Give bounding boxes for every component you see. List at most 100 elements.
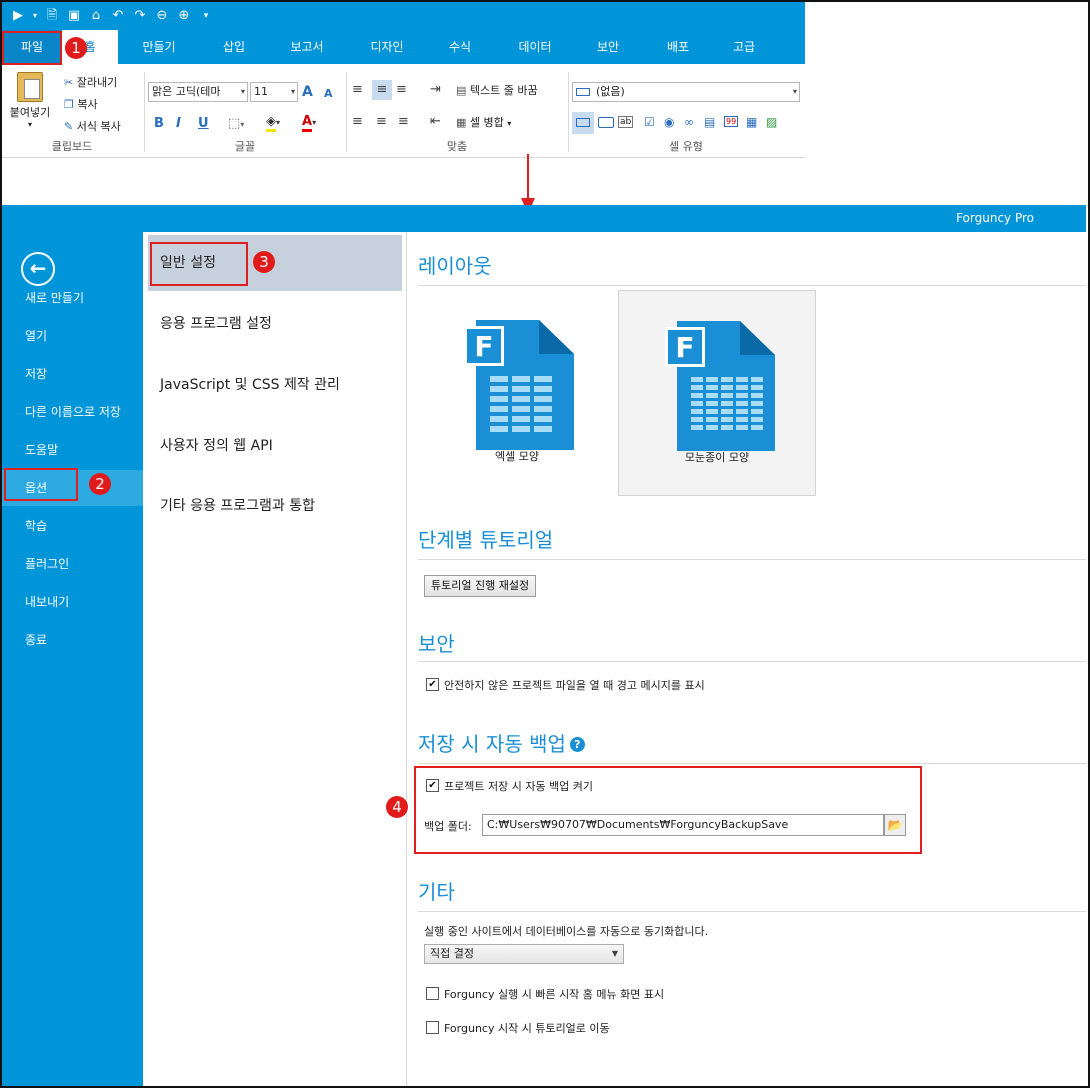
paste-button[interactable]: 붙여넣기 ▾: [8, 70, 52, 132]
align-top-button[interactable]: ≡: [352, 82, 363, 98]
svg-text:F: F: [675, 331, 694, 364]
font-family-select[interactable]: 맑은 고딕(테마 ▾: [148, 82, 248, 102]
grow-font-button[interactable]: A: [302, 84, 313, 100]
nav-item-exit[interactable]: 종료: [2, 622, 143, 658]
outdent-icon[interactable]: ⇤: [430, 114, 441, 130]
underline-button[interactable]: U: [198, 116, 209, 132]
nav-item-open[interactable]: 열기: [2, 318, 143, 354]
font-group: 맑은 고딕(테마 ▾ 11 ▾ A A B I U ⬚▾ ◈▾ A▾ 글꼴: [146, 68, 344, 156]
ribbon-window: ▶ ▾ 🗎 ▣ ⌂ ↶ ↷ ⊖ ⊕ ▾ 파일 홈 만들기 삽입 보고서 디자인 …: [2, 2, 805, 158]
merge-cells-button[interactable]: ▦ 셀 병합 ▾: [456, 114, 511, 130]
group-divider: [346, 72, 347, 152]
align-right-button[interactable]: ≡: [398, 114, 409, 130]
step-marker-2: 2: [89, 473, 111, 495]
tab-report[interactable]: 보고서: [278, 30, 336, 64]
undo-icon[interactable]: ↶: [110, 8, 126, 24]
new-doc-icon[interactable]: 🗎: [44, 8, 60, 24]
highlight-file-tab: [2, 31, 62, 65]
wrap-text-button[interactable]: ▤ 텍스트 줄 바꿈: [456, 82, 538, 98]
step-marker-1: 1: [65, 37, 87, 59]
cut-button[interactable]: ✂ 잘라내기: [64, 74, 117, 90]
fill-color-button[interactable]: ◈▾: [266, 114, 280, 132]
chevron-down-icon: ▾: [290, 87, 295, 96]
indent-icon[interactable]: ⇥: [430, 82, 441, 98]
number-type-icon[interactable]: 99: [724, 116, 739, 127]
dropdown-icon[interactable]: ▾: [32, 8, 38, 24]
textbox-icon: [576, 88, 590, 96]
layout-option-label: 모눈종이 모양: [684, 451, 750, 464]
subnav-web-api[interactable]: 사용자 정의 웹 API: [148, 418, 402, 474]
subnav-integration[interactable]: 기타 응용 프로그램과 통합: [148, 478, 402, 534]
subnav-js-css[interactable]: JavaScript 및 CSS 제작 관리: [148, 357, 402, 413]
font-color-button[interactable]: A▾: [302, 114, 316, 132]
nav-item-learn[interactable]: 학습: [2, 508, 143, 544]
run-icon[interactable]: ▶: [10, 8, 26, 24]
nav-item-save-as[interactable]: 다른 이름으로 저장: [2, 394, 143, 430]
forguncy-sheet-icon: F: [665, 321, 775, 451]
tab-data[interactable]: 데이터: [506, 30, 564, 64]
back-icon[interactable]: ⊖: [154, 8, 170, 24]
italic-button[interactable]: I: [176, 116, 181, 132]
shrink-font-button[interactable]: A: [324, 86, 333, 102]
bold-button[interactable]: B: [154, 116, 164, 132]
quick-start-checkbox[interactable]: [426, 987, 439, 1000]
button-type-icon[interactable]: [598, 117, 614, 128]
textbox-type-icon[interactable]: [572, 112, 594, 134]
align-middle-button[interactable]: ≡: [372, 80, 392, 100]
step-marker-4: 4: [386, 796, 408, 818]
chevron-down-icon: ▾: [792, 87, 797, 96]
tab-security[interactable]: 보안: [582, 30, 634, 64]
warn-unsafe-checkbox[interactable]: ✔: [426, 678, 439, 691]
image-type-icon[interactable]: ▨: [766, 115, 777, 129]
format-painter-button[interactable]: ✎ 서식 복사: [64, 118, 121, 134]
open-folder-icon[interactable]: ⌂: [88, 8, 104, 24]
scissors-icon: ✂: [64, 76, 74, 89]
cell-type-gallery: ab ☑ ◉ ∞ ▤ 99 ▦ ▨: [572, 112, 800, 134]
redo-icon[interactable]: ↷: [132, 8, 148, 24]
tab-insert[interactable]: 삽입: [206, 30, 262, 64]
radio-type-icon[interactable]: ◉: [664, 115, 674, 129]
align-center-button[interactable]: ≡: [376, 114, 387, 130]
nav-item-plugins[interactable]: 플러그인: [2, 546, 143, 582]
nav-item-export[interactable]: 내보내기: [2, 584, 143, 620]
label-type-icon[interactable]: ab: [618, 116, 634, 128]
db-sync-select[interactable]: 직접 결정 ▼: [424, 944, 624, 964]
border-button[interactable]: ⬚▾: [228, 116, 244, 133]
step-marker-3: 3: [253, 251, 275, 273]
section-divider: [418, 559, 1086, 560]
ribbon-tabs: 파일 홈 만들기 삽입 보고서 디자인 수식 데이터 보안 배포 고급: [2, 30, 805, 64]
help-icon[interactable]: ?: [569, 737, 585, 752]
section-title-backup: 저장 시 자동 백업?: [418, 728, 585, 757]
clipboard-group-label: 클립보드: [51, 140, 93, 153]
tab-create[interactable]: 만들기: [130, 30, 188, 64]
checkbox-type-icon[interactable]: ☑: [644, 115, 655, 129]
customize-icon[interactable]: ▾: [198, 8, 214, 24]
align-left-button[interactable]: ≡: [352, 114, 363, 130]
forward-icon[interactable]: ⊕: [176, 8, 192, 24]
calendar-type-icon[interactable]: ▦: [746, 115, 757, 129]
save-icon[interactable]: ▣: [66, 8, 82, 24]
tab-deploy[interactable]: 배포: [652, 30, 704, 64]
hyperlink-type-icon[interactable]: ∞: [684, 115, 694, 129]
font-size-select[interactable]: 11 ▾: [250, 82, 298, 102]
cell-type-select[interactable]: (없음) ▾: [572, 82, 800, 102]
nav-item-new[interactable]: 새로 만들기: [2, 280, 143, 316]
nav-item-save[interactable]: 저장: [2, 356, 143, 392]
nav-item-help[interactable]: 도움말: [2, 432, 143, 468]
merge-icon: ▦: [456, 116, 467, 129]
tab-advanced[interactable]: 고급: [718, 30, 770, 64]
alignment-group-label: 맞춤: [446, 140, 468, 153]
chevron-down-icon: ▾: [507, 119, 512, 128]
copy-button[interactable]: ❐ 복사: [64, 96, 98, 112]
section-title-tutorial: 단계별 튜토리얼: [418, 528, 554, 552]
layout-option-grid-paper[interactable]: F 모눈종이 모양: [618, 290, 816, 496]
layout-option-excel[interactable]: F 엑셀 모양: [418, 290, 616, 496]
align-bottom-button[interactable]: ≡: [396, 82, 407, 98]
reset-tutorial-button[interactable]: 튜토리얼 진행 재설정: [424, 575, 537, 597]
list-type-icon[interactable]: ▤: [704, 115, 715, 129]
tab-formula[interactable]: 수식: [432, 30, 488, 64]
subnav-app-settings[interactable]: 응용 프로그램 설정: [148, 296, 402, 352]
tab-design[interactable]: 디자인: [358, 30, 416, 64]
chevron-down-icon: ▾: [27, 120, 32, 129]
go-tutorial-checkbox[interactable]: [426, 1021, 439, 1034]
